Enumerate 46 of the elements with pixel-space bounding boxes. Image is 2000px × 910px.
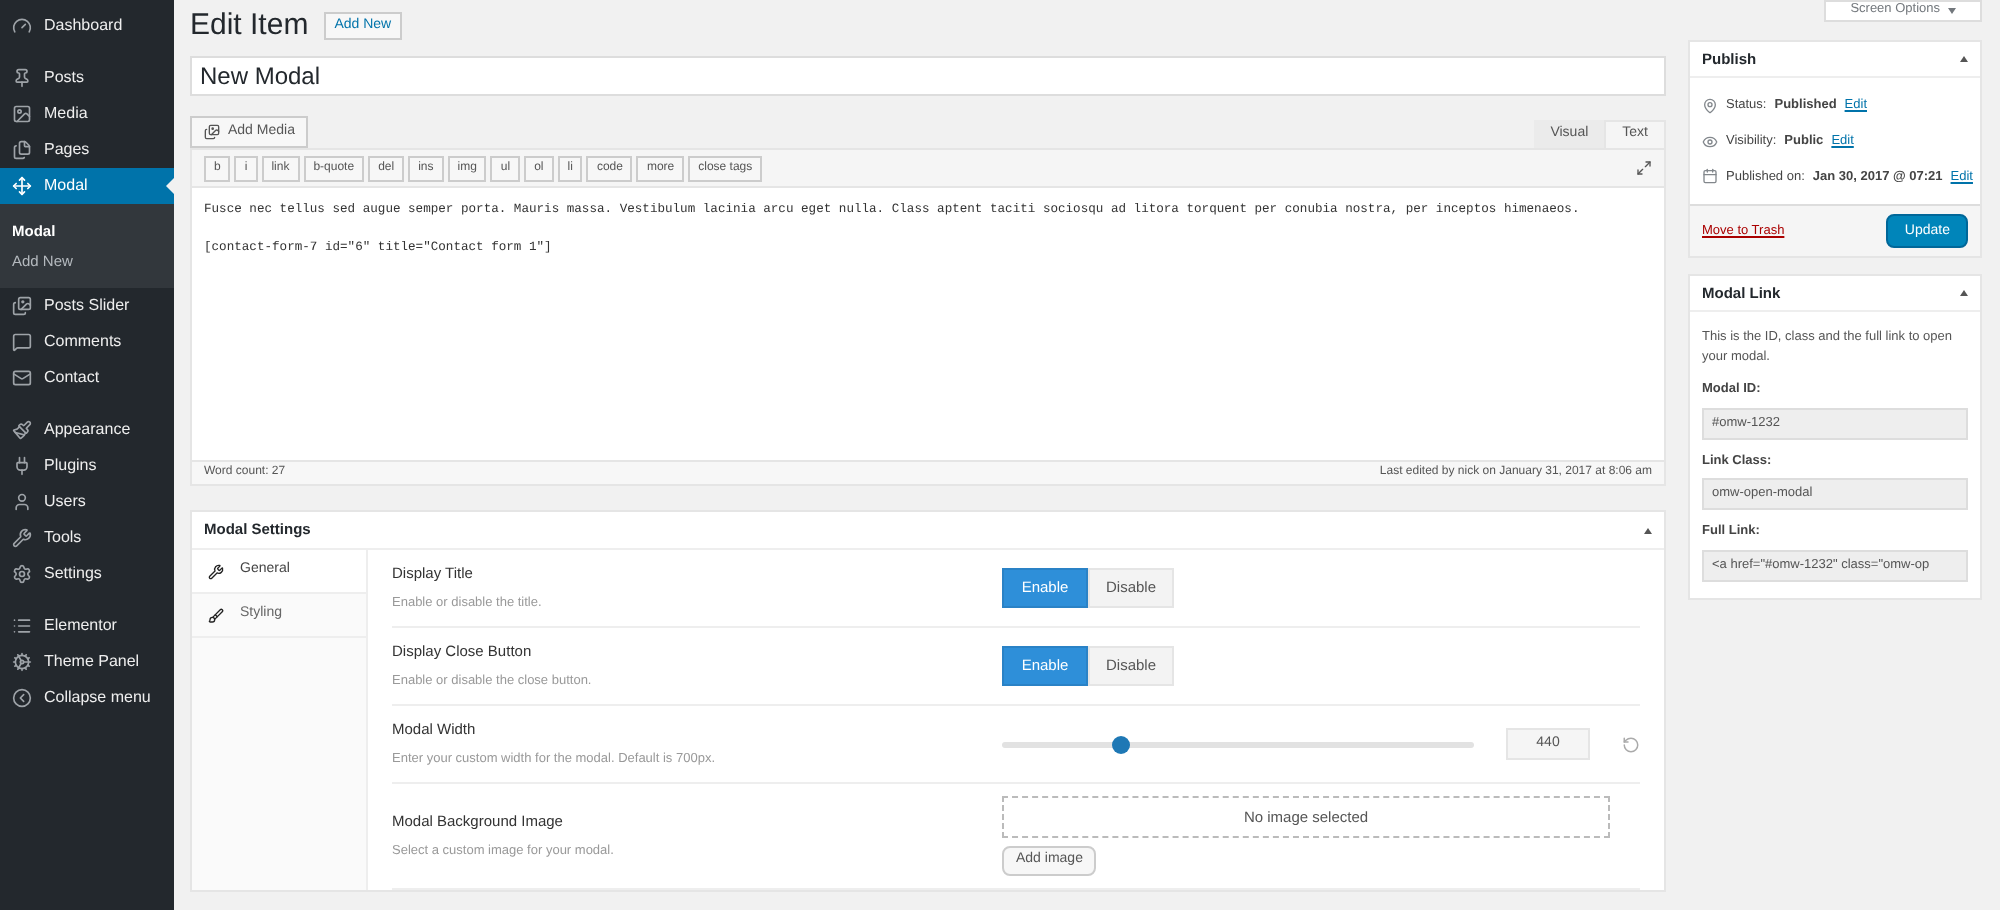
sidebar-item[interactable]: Dashboard bbox=[0, 8, 174, 44]
sidebar-item[interactable]: Posts bbox=[0, 60, 174, 96]
mail-icon bbox=[12, 368, 32, 388]
sidebar-item[interactable]: Settings bbox=[0, 556, 174, 592]
paintbrush-icon bbox=[12, 420, 32, 440]
collapse-icon[interactable] bbox=[1644, 527, 1652, 533]
caret-icon bbox=[1948, 8, 1956, 14]
pages-icon bbox=[12, 140, 32, 160]
plug-icon bbox=[12, 456, 32, 476]
gear-icon bbox=[12, 652, 32, 672]
settings-icon bbox=[12, 564, 32, 584]
sidebar-item[interactable]: Theme Panel bbox=[0, 644, 174, 680]
eye-icon bbox=[1702, 133, 1718, 150]
wrench-icon bbox=[12, 528, 32, 548]
pin-icon bbox=[12, 68, 32, 88]
sidebar-item[interactable]: Collapse menu bbox=[0, 680, 174, 716]
arrows-icon bbox=[12, 176, 32, 196]
sidebar-item[interactable]: Plugins bbox=[0, 448, 174, 484]
fullscreen-icon[interactable] bbox=[1636, 160, 1652, 176]
sidebar-item[interactable]: Modal bbox=[0, 168, 174, 204]
collapse-icon bbox=[12, 688, 32, 708]
sidebar-item[interactable]: Tools bbox=[0, 520, 174, 556]
media-icon bbox=[204, 124, 220, 140]
slider-thumb[interactable] bbox=[1112, 735, 1130, 753]
active-pointer-icon bbox=[166, 178, 174, 194]
dashboard-icon bbox=[12, 16, 32, 36]
sidebar-item[interactable]: Appearance bbox=[0, 412, 174, 448]
title-input[interactable]: New Modal bbox=[190, 56, 1666, 96]
media-icon bbox=[12, 104, 32, 124]
page-title: Edit Item bbox=[190, 5, 309, 46]
sidebar-item[interactable]: Users bbox=[0, 484, 174, 520]
pin-icon bbox=[1702, 97, 1718, 114]
collapse-icon[interactable] bbox=[1960, 56, 1968, 62]
sidebar-item[interactable]: Comments bbox=[0, 324, 174, 360]
sidebar-item[interactable]: Contact bbox=[0, 360, 174, 396]
wrench-icon bbox=[208, 563, 224, 579]
user-icon bbox=[12, 492, 32, 512]
brush-icon bbox=[208, 607, 224, 623]
collapse-icon[interactable] bbox=[1960, 290, 1968, 297]
comment-icon bbox=[12, 332, 32, 352]
list-icon bbox=[12, 616, 32, 636]
sidebar-item[interactable]: Media bbox=[0, 96, 174, 132]
sidebar-item[interactable]: Elementor bbox=[0, 608, 174, 644]
calendar-icon bbox=[1702, 168, 1718, 185]
sidebar-item[interactable]: Posts Slider bbox=[0, 288, 174, 324]
sidebar-item[interactable]: Pages bbox=[0, 132, 174, 168]
